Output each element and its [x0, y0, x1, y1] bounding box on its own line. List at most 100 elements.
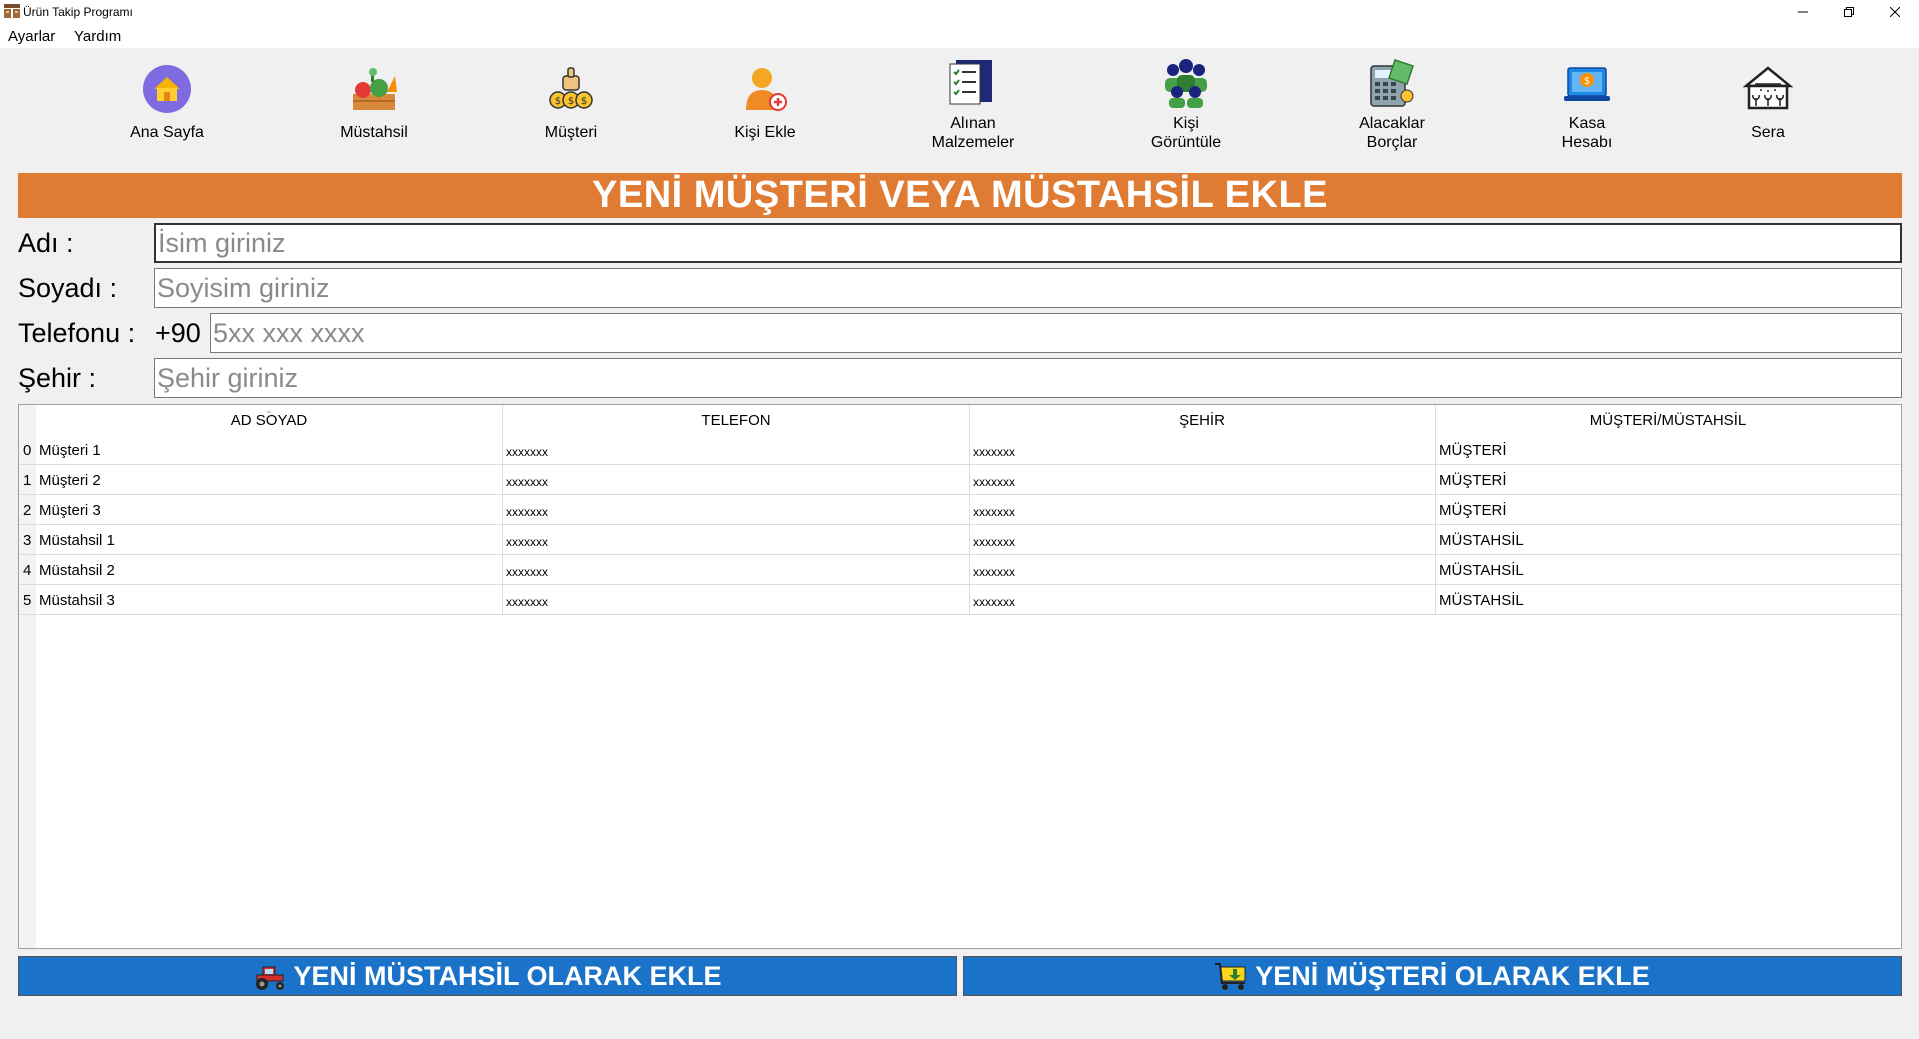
column-header-phone[interactable]: TELEFON [503, 405, 969, 435]
row-index: 0 [23, 442, 32, 459]
svg-text:$: $ [555, 96, 561, 107]
table-row[interactable]: 2 Müşteri 3 xxxxxxx xxxxxxx MÜŞTERİ [19, 495, 1901, 525]
toolbar-customer-button[interactable]: $ $ $ Müşteri [491, 48, 651, 166]
cell-name: Müşteri 3 [39, 502, 101, 519]
page-title: YENİ MÜŞTERİ VEYA MÜSTAHSİL EKLE [18, 173, 1902, 218]
menu-bar: Ayarlar Yardım [0, 24, 1919, 48]
toolbar-label: Müstahsil [340, 124, 408, 141]
column-header-name[interactable]: AD SOYAD [36, 405, 502, 435]
toolbar-label: Alınan [950, 115, 996, 132]
table-row[interactable]: 3 Müstahsil 1 xxxxxxx xxxxxxx MÜSTAHSİL [19, 525, 1901, 555]
cell-city: xxxxxxx [973, 565, 1015, 579]
menu-ayarlar[interactable]: Ayarlar [8, 28, 55, 45]
toolbar-label-line2: Malzemeler [931, 134, 1015, 151]
column-header-city[interactable]: ŞEHİR [969, 405, 1435, 435]
toolbar-label-line2: Hesabı [1561, 134, 1613, 151]
cell-city: xxxxxxx [973, 475, 1015, 489]
restore-button[interactable] [1826, 0, 1872, 24]
toolbar-label: Kişi Ekle [734, 124, 796, 141]
add-producer-label: YENİ MÜSTAHSİL OLARAK EKLE [293, 960, 722, 991]
table-row[interactable]: 1 Müşteri 2 xxxxxxx xxxxxxx MÜŞTERİ [19, 465, 1901, 495]
cell-phone: xxxxxxx [506, 535, 548, 549]
title-bar: Ürün Takip Programı [0, 0, 1919, 24]
toolbar-label: Kişi [1173, 115, 1199, 132]
cell-type: MÜSTAHSİL [1439, 562, 1524, 579]
cell-phone: xxxxxxx [506, 565, 548, 579]
svg-text:$: $ [581, 96, 587, 107]
phone-input[interactable] [210, 313, 1902, 353]
name-input[interactable] [154, 223, 1902, 263]
row-index: 2 [23, 502, 32, 519]
close-button[interactable] [1872, 0, 1918, 24]
money-icon: $ $ $ [549, 67, 593, 109]
app-icon [4, 4, 20, 18]
toolbar: Ana Sayfa Müstahsil $ $ $ Müşteri Kişi E… [0, 48, 1919, 170]
minimize-button[interactable] [1780, 0, 1826, 24]
toolbar-home-button[interactable]: Ana Sayfa [87, 48, 247, 166]
toolbar-producer-button[interactable]: Müstahsil [294, 48, 454, 166]
table-row[interactable]: 0 Müşteri 1 xxxxxxx xxxxxxx MÜŞTERİ [19, 435, 1901, 465]
name-label: Adı : [18, 228, 74, 258]
cell-type: MÜSTAHSİL [1439, 592, 1524, 609]
checklist-icon [949, 60, 992, 105]
menu-yardim[interactable]: Yardım [74, 28, 121, 45]
cell-phone: xxxxxxx [506, 595, 548, 609]
vegetables-icon [353, 68, 397, 110]
cell-type: MÜŞTERİ [1439, 502, 1507, 519]
cell-phone: xxxxxxx [506, 475, 548, 489]
restore-icon [1844, 7, 1854, 17]
table-row[interactable]: 4 Müstahsil 2 xxxxxxx xxxxxxx MÜSTAHSİL [19, 555, 1901, 585]
cell-name: Müşteri 2 [39, 472, 101, 489]
home-icon [143, 65, 191, 113]
toolbar-add-person-button[interactable]: Kişi Ekle [685, 48, 845, 166]
toolbar-label: Kasa [1568, 115, 1606, 132]
toolbar-label: Sera [1751, 124, 1785, 141]
phone-label: Telefonu : [18, 318, 136, 348]
calculator-icon [1370, 59, 1414, 107]
cell-phone: xxxxxxx [506, 505, 548, 519]
persons-table[interactable]: ⌄ AD SOYAD TELEFON ŞEHİR MÜŞTERİ/MÜSTAHS… [18, 404, 1902, 949]
surname-input[interactable] [154, 268, 1902, 308]
cell-type: MÜŞTERİ [1439, 442, 1507, 459]
close-icon [1890, 7, 1900, 17]
surname-label: Soyadı : [18, 273, 118, 303]
cell-city: xxxxxxx [973, 595, 1015, 609]
toolbar-label: Ana Sayfa [130, 124, 204, 141]
svg-text:$: $ [568, 96, 574, 107]
cash-laptop-icon: $ [1564, 67, 1610, 101]
add-customer-button[interactable]: YENİ MÜŞTERİ OLARAK EKLE [963, 956, 1902, 996]
toolbar-view-persons-button[interactable]: Kişi Görüntüle [1106, 48, 1266, 166]
cell-type: MÜSTAHSİL [1439, 532, 1524, 549]
city-input[interactable] [154, 358, 1902, 398]
minimize-icon [1798, 11, 1808, 13]
row-index: 4 [23, 562, 32, 579]
cell-name: Müstahsil 1 [39, 532, 115, 549]
cell-city: xxxxxxx [973, 445, 1015, 459]
cell-name: Müstahsil 2 [39, 562, 115, 579]
toolbar-greenhouse-button[interactable]: Sera [1688, 48, 1848, 166]
add-person-icon [746, 68, 787, 111]
row-index: 5 [23, 592, 32, 609]
cell-name: Müşteri 1 [39, 442, 101, 459]
cell-phone: xxxxxxx [506, 445, 548, 459]
toolbar-materials-button[interactable]: Alınan Malzemeler [893, 48, 1053, 166]
cell-type: MÜŞTERİ [1439, 472, 1507, 489]
phone-prefix: +90 [155, 318, 201, 348]
city-label: Şehir : [18, 363, 97, 393]
greenhouse-icon [1742, 66, 1794, 110]
column-header-type[interactable]: MÜŞTERİ/MÜSTAHSİL [1435, 405, 1901, 435]
tractor-icon [256, 966, 285, 990]
add-producer-button[interactable]: YENİ MÜSTAHSİL OLARAK EKLE [18, 956, 957, 996]
toolbar-label-line2: Görüntüle [1150, 134, 1222, 151]
toolbar-label: Müşteri [544, 124, 598, 141]
table-row[interactable]: 5 Müstahsil 3 xxxxxxx xxxxxxx MÜSTAHSİL [19, 585, 1901, 615]
row-index: 3 [23, 532, 32, 549]
svg-text:$: $ [1584, 76, 1590, 87]
window-title: Ürün Takip Programı [23, 5, 133, 19]
toolbar-cash-button[interactable]: $ Kasa Hesabı [1507, 48, 1667, 166]
cell-city: xxxxxxx [973, 535, 1015, 549]
row-index: 1 [23, 472, 32, 489]
toolbar-receivables-button[interactable]: Alacaklar Borçlar [1312, 48, 1472, 166]
toolbar-label-line2: Borçlar [1366, 134, 1418, 151]
people-icon [1165, 59, 1207, 108]
